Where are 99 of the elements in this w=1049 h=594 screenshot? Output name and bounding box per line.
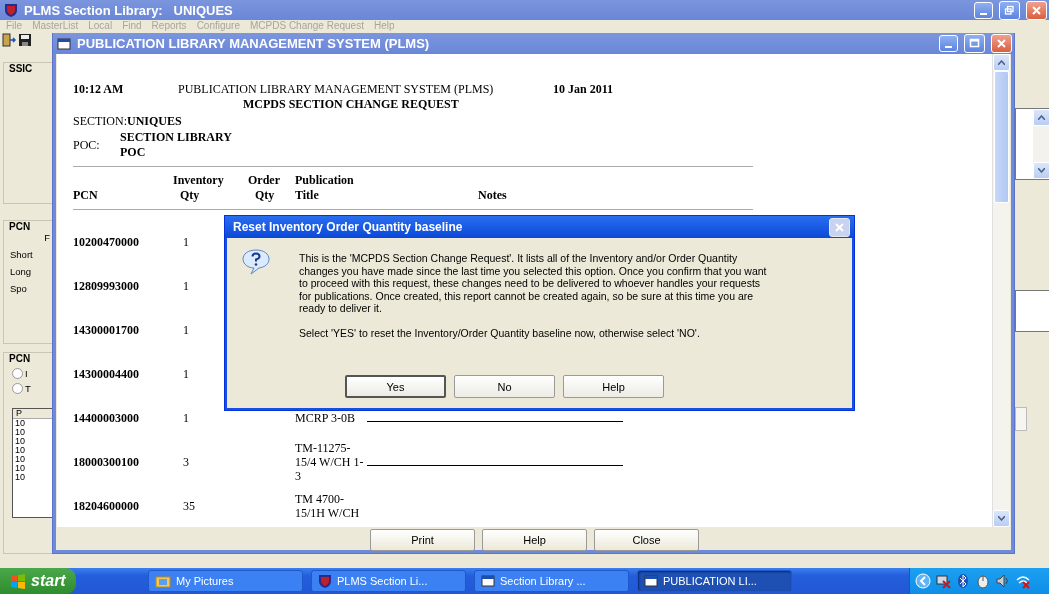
start-button[interactable]: start [0,568,76,594]
section-label: SECTION: [73,114,127,129]
restore-button[interactable] [999,0,1020,20]
field-label: Spo [10,283,28,294]
radio-button[interactable] [12,368,23,379]
window-button[interactable]: Help [482,529,587,551]
list-item[interactable]: 10 [13,419,52,428]
window-button[interactable]: Close [594,529,699,551]
flag-icon [10,573,26,589]
table-cell-text: 10200470000 [73,233,140,251]
dialog-title: Reset Inventory Order Quantity baseline [233,220,464,234]
table-cell-text: 3 [182,453,190,471]
network-icon[interactable] [935,573,951,589]
group-label: PCN [8,221,32,232]
table-cell-text: 35 [182,497,196,515]
list-item[interactable]: 10 [13,446,52,455]
radio-label: I [25,368,28,379]
column-header: Inventory [173,173,225,188]
taskbar-button[interactable]: My Pictures [148,570,303,592]
speaker-icon[interactable] [995,573,1011,589]
poc-label: POC: [73,137,101,153]
window-icon [57,37,71,50]
report-date: 10 Jan 2011 [553,82,613,97]
window-icon [644,575,658,587]
scrollbar[interactable] [1033,109,1049,179]
minimize-icon [945,46,952,48]
shield-icon [318,574,332,588]
table-cell-text: 14400003000 [73,409,140,427]
report-time: 10:12 AM [73,82,125,97]
dialog-button[interactable]: No [454,375,555,398]
column-header: Notes [477,188,508,203]
list-item[interactable]: 10 [13,437,52,446]
dialog-button[interactable]: Yes [345,375,446,398]
question-icon [241,248,271,276]
minimize-button[interactable] [974,1,993,19]
report-header: PUBLICATION LIBRARY MANAGEMENT SYSTEM (PLMS) [178,82,495,97]
restore-icon [1004,4,1015,16]
chevron-icon[interactable] [915,573,931,589]
field-label: F [43,232,50,243]
dialog-prompt: Select 'YES' to reset the Inventory/Order Quantity baseline now, otherwise select 'NO'. [299,326,701,339]
field-label: Short [10,249,34,260]
column-header: PCN [73,188,99,203]
window-title: PUBLICATION LIBRARY MANAGEMENT SYSTEM (PLMS) [77,36,431,51]
bluetooth-icon[interactable] [955,573,971,589]
text-field[interactable] [1015,290,1049,332]
column-header: Title [295,188,320,203]
window-icon [481,575,495,587]
scroll-thumb[interactable] [994,71,1009,203]
table-cell-text: 18204600000 [73,497,140,515]
mouse-icon[interactable] [975,573,991,589]
column-header: Publication [295,173,355,188]
taskbar-button[interactable]: Section Library ... [474,570,629,592]
maximize-button[interactable] [964,34,985,53]
taskbar-button[interactable]: PUBLICATION LI... [637,570,792,592]
wireless-icon[interactable] [1015,573,1031,589]
door-icon [2,33,16,47]
save-icon [18,33,32,47]
dialog-button[interactable]: Help [563,375,664,398]
table-cell-text: 1 [182,277,190,295]
table-cell-text: 14300001700 [73,321,140,339]
close-icon [1031,4,1042,16]
table-cell-text: 1 [182,409,190,427]
column-header: P [13,409,52,419]
table-cell-text: 14300004400 [73,365,140,383]
column-header: Qty [179,188,201,203]
group-label: SSIC [8,63,34,74]
radio-label: T [25,383,31,394]
table-cell: MCRP 3-0B [295,411,355,425]
column-header: Order [248,173,281,188]
report-title: MCPDS SECTION CHANGE REQUEST [243,97,460,112]
text-field[interactable] [1015,407,1027,431]
section-value: UNIQUES [127,114,182,129]
group-label: PCN [8,353,32,364]
scrollbar[interactable] [992,54,1010,527]
max-icon [969,38,980,49]
close-icon [996,38,1007,49]
list-item[interactable]: 10 [13,464,52,473]
column-header: Qty [254,188,276,203]
table-cell-text: 1 [182,321,190,339]
field-label: Long [10,266,33,277]
radio-button[interactable] [12,383,23,394]
minimize-icon [980,12,987,15]
close-icon [834,221,845,233]
table-cell-text: 18000300100 [73,453,140,471]
table-cell-text: 12809993000 [73,277,140,295]
window-title: PLMS Section Library: UNIQUES [24,2,234,18]
taskbar-button[interactable]: PLMS Section Li... [311,570,466,592]
list-item[interactable]: 10 [13,473,52,482]
poc-value: SECTION LIBRARY POC [120,130,233,160]
minimize-button[interactable] [939,35,958,52]
folder-icon [155,574,171,588]
list-item[interactable]: 10 [13,455,52,464]
window-button[interactable]: Print [370,529,475,551]
list-item[interactable]: 10 [13,428,52,437]
table-cell-text: TM-11275-15/4 W/CH 1-3 [295,441,365,483]
app-icon [4,3,18,17]
table-cell-text: 1 [182,365,190,383]
table-cell-text: TM 4700-15/1H W/CH [295,492,361,520]
dialog-message: This is the 'MCPDS Section Change Request'. It lists all of the Inventory and/or Order Quantity changes you have made since the last time you selected this option. Once you confirm that you want to proceed with this request, these changes need to be delivered to whoever handles your requests for publications. Once created, this report cannot be created again, so be sure at this time you are ready to deliver it. [299,252,768,315]
